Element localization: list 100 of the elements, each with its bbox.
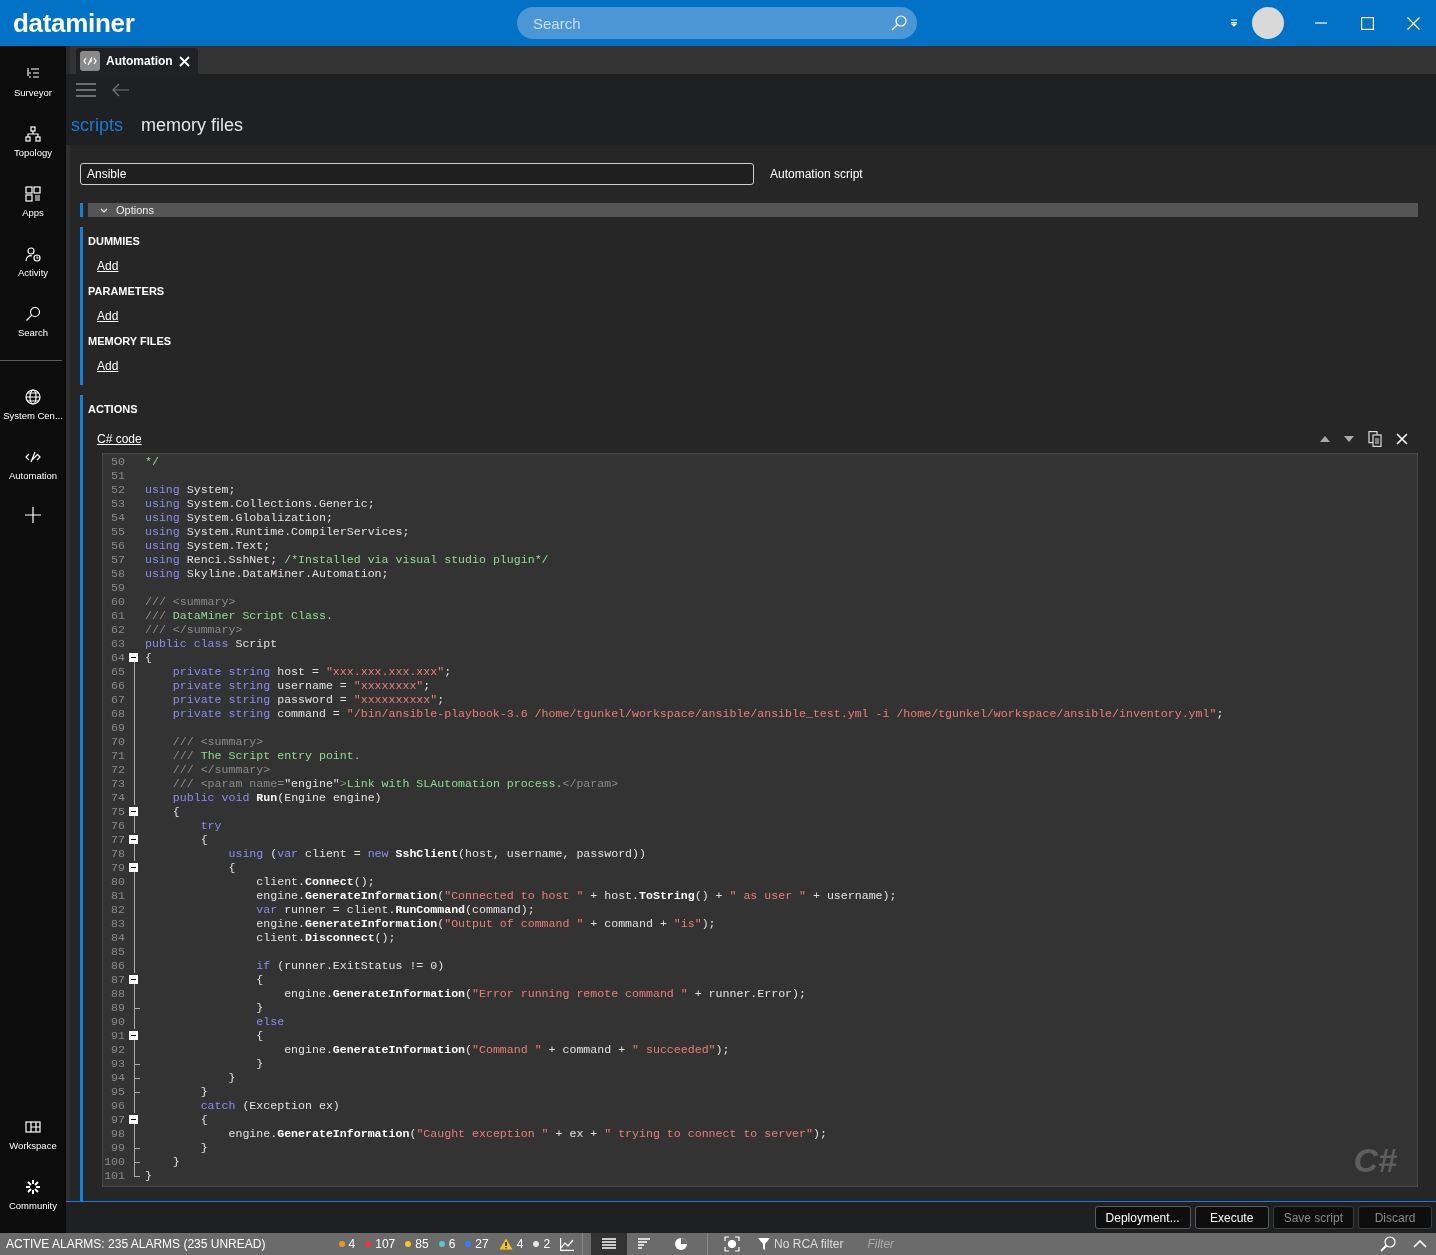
line-number: 58 <box>110 567 126 581</box>
line-number: 73 <box>110 777 126 791</box>
sidebar-item[interactable]: Topology <box>0 112 66 172</box>
sidebar-item[interactable]: Surveyor <box>0 52 66 112</box>
script-name-field[interactable]: Ansible <box>80 163 754 185</box>
search-field[interactable]: Search <box>517 7 917 39</box>
sidebar-item[interactable]: System Cen... <box>0 375 66 435</box>
code-line: { <box>255 973 264 987</box>
move-up-icon[interactable] <box>1320 436 1330 442</box>
code-line: /// <summary> <box>144 595 236 609</box>
line-number: 62 <box>110 623 126 637</box>
code-line: engine.GenerateInformation("Output of command " + command + "is"); <box>255 917 716 931</box>
line-number: 89 <box>110 1001 126 1015</box>
close-icon[interactable] <box>178 55 190 67</box>
code-line: using Renci.SshNet; /*Installed via visual studio plugin*/ <box>144 553 549 567</box>
trend-chart-icon[interactable] <box>560 1237 575 1251</box>
collapse-icon[interactable] <box>129 1031 138 1040</box>
code-line: private string host = "xxx.xxx.xxx.xxx"; <box>171 665 452 679</box>
code-line: engine.GenerateInformation("Connected to host " + host.ToString() + " as user " + username); <box>255 889 897 903</box>
line-number: 86 <box>110 959 126 973</box>
line-number: 66 <box>110 679 126 693</box>
close-icon[interactable] <box>1396 433 1408 445</box>
add-link[interactable]: Add <box>97 359 119 373</box>
back-arrow-icon[interactable] <box>112 82 130 97</box>
sidebar-item[interactable]: Community <box>0 1165 66 1225</box>
sidebar-item[interactable]: Search <box>0 292 66 352</box>
code-line: client.Disconnect(); <box>255 931 396 945</box>
alarm-count[interactable]: 4 <box>348 1237 356 1251</box>
line-number: 99 <box>110 1141 126 1155</box>
line-number: 90 <box>110 1015 126 1029</box>
code-line: } <box>255 1001 264 1015</box>
line-number: 93 <box>110 1057 126 1071</box>
view-toggle[interactable] <box>591 1233 628 1255</box>
search-icon[interactable] <box>1380 1236 1396 1252</box>
action-button[interactable]: Deployment... <box>1094 1206 1191 1229</box>
alarm-count[interactable]: 4 <box>516 1237 524 1251</box>
line-number: 70 <box>110 735 126 749</box>
search-icon <box>891 15 907 31</box>
breadcrumb-item[interactable]: memory files <box>141 114 244 136</box>
collapse-icon[interactable] <box>129 1115 138 1124</box>
code-line: { <box>144 651 152 665</box>
collapse-icon[interactable] <box>129 807 138 816</box>
view-icon <box>674 1238 689 1250</box>
move-down-icon[interactable] <box>1344 436 1354 442</box>
line-number: 78 <box>110 847 126 861</box>
copy-icon[interactable] <box>1368 431 1382 447</box>
rca-filter[interactable]: No RCA filter <box>758 1237 844 1251</box>
sidebar-item[interactable]: Apps <box>0 172 66 232</box>
code-line: else <box>255 1015 285 1029</box>
active-alarms-summary: ACTIVE ALARMS: 235 ALARMS (235 UNREAD) <box>6 1237 267 1251</box>
code-line: /// <param name="engine">Link with SLAutomation process.</param> <box>171 777 619 791</box>
view-icon <box>602 1238 617 1250</box>
line-number: 72 <box>110 763 126 777</box>
focus-icon[interactable] <box>724 1236 741 1252</box>
code-line: private string command = "/bin/ansible-playbook-3.6 /home/tgunkel/workspace/ansible/ansible_test.yml -i /home/tgunkel/workspace/ansible/inventory.yml"; <box>171 707 1224 721</box>
maximize-icon[interactable] <box>1360 16 1374 30</box>
line-number: 54 <box>110 511 126 525</box>
menu-icon[interactable] <box>76 82 96 97</box>
sidebar-item[interactable]: Automation <box>0 435 66 495</box>
code-line: { <box>255 1029 264 1043</box>
code-line: engine.GenerateInformation("Error running remote command " + runner.Error); <box>283 987 806 1001</box>
add-icon[interactable] <box>25 507 41 523</box>
alarm-count[interactable]: 107 <box>375 1237 396 1251</box>
line-number: 68 <box>110 707 126 721</box>
filter-field[interactable]: Filter <box>865 1236 1040 1252</box>
action-button[interactable]: Execute <box>1194 1206 1269 1229</box>
view-icon <box>638 1238 653 1250</box>
add-link[interactable]: Add <box>97 259 119 273</box>
sidebar-item[interactable]: Workspace <box>0 1105 66 1165</box>
add-link[interactable]: Add <box>97 309 119 323</box>
code-line: { <box>199 1113 208 1127</box>
sidebar-item[interactable]: Activity <box>0 232 66 292</box>
alarm-count[interactable]: 6 <box>448 1237 456 1251</box>
alarm-count[interactable]: 27 <box>475 1237 489 1251</box>
line-number: 94 <box>110 1071 126 1085</box>
collapse-icon[interactable] <box>129 653 138 662</box>
collapse-icon[interactable] <box>129 863 138 872</box>
user-avatar[interactable] <box>1252 7 1284 39</box>
code-line: using System.Runtime.CompilerServices; <box>144 525 410 539</box>
code-line: } <box>199 1141 208 1155</box>
breadcrumb-item[interactable]: scripts <box>71 114 123 136</box>
line-number: 97 <box>110 1113 126 1127</box>
collapse-icon[interactable] <box>129 975 138 984</box>
code-line: if (runner.ExitStatus != 0) <box>255 959 445 973</box>
tab-label[interactable]: Automation <box>106 54 173 68</box>
caret-up-icon[interactable] <box>1413 1240 1427 1248</box>
dropdown-icon[interactable] <box>1230 19 1238 27</box>
alarm-count[interactable]: 2 <box>543 1237 551 1251</box>
code-line: client.Connect(); <box>255 875 375 889</box>
action-link[interactable]: C# code <box>97 432 1306 446</box>
line-number: 64 <box>110 651 126 665</box>
alarm-count[interactable]: 85 <box>415 1237 429 1251</box>
code-line: { <box>171 805 180 819</box>
collapse-icon[interactable] <box>129 835 138 844</box>
nav-icon <box>25 246 41 262</box>
tab[interactable]: Automation <box>76 48 198 74</box>
line-number: 59 <box>110 581 126 595</box>
line-number: 80 <box>110 875 126 889</box>
options-bar[interactable]: Options <box>88 203 1418 217</box>
line-number: 55 <box>110 525 126 539</box>
